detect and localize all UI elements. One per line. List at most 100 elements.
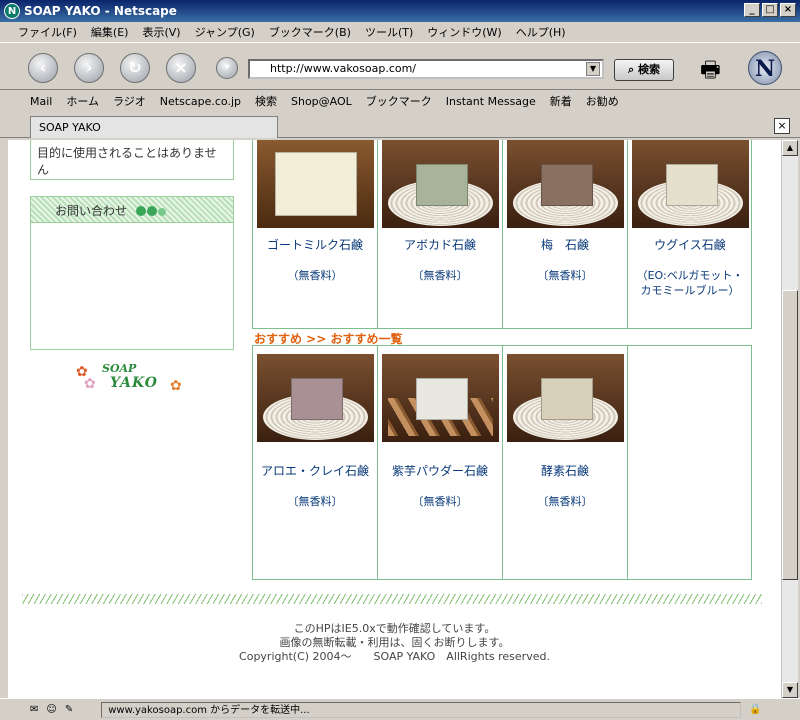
- tab-label: SOAP YAKO: [39, 121, 101, 134]
- menu-file[interactable]: ファイル(F): [18, 24, 77, 40]
- product-cell: アボカド石鹸〔無香料〕: [378, 140, 503, 328]
- toolbar-item-search[interactable]: 検索: [255, 93, 277, 109]
- menu-bar: ファイル(F) 編集(E) 表示(V) ジャンプ(G) ブックマーク(B) ツー…: [0, 22, 800, 42]
- menu-help[interactable]: ヘルプ(H): [516, 24, 566, 40]
- close-window-button[interactable]: ×: [780, 3, 796, 17]
- flower-icon: ✿: [170, 378, 182, 394]
- scroll-up-icon[interactable]: ▲: [782, 140, 798, 156]
- product-scent-note: 〔無香料〕: [537, 269, 593, 282]
- toolbar-item-new[interactable]: 新着: [550, 93, 572, 109]
- mail-icon[interactable]: ✉: [30, 704, 38, 715]
- product-scent-note: 〔無香料〕: [412, 495, 468, 508]
- footer-copyright: Copyright(C) 2004～ SOAP YAKO AllRights r…: [239, 650, 550, 663]
- product-scent-note: 〔無香料〕: [287, 495, 343, 508]
- product-image[interactable]: [257, 354, 374, 442]
- product-name-link[interactable]: アボカド石鹸: [378, 236, 502, 253]
- contact-heading-label: お問い合わせ: [55, 204, 128, 218]
- product-image[interactable]: [507, 354, 624, 442]
- stop-icon[interactable]: ×: [166, 53, 196, 83]
- contact-heading[interactable]: お問い合わせ: [31, 197, 233, 223]
- footer-line1: このHPはIE5.0xで動作確認しています。: [293, 622, 496, 635]
- product-scent-note: 〔無香料〕: [412, 269, 468, 282]
- tab-bar: SOAP YAKO ×: [0, 112, 800, 138]
- url-field[interactable]: http://www.vakosoap.com/ ▼: [248, 59, 604, 79]
- title-bar: N SOAP YAKO - Netscape _ □ ×: [0, 0, 800, 22]
- menu-edit[interactable]: 編集(E): [91, 24, 129, 40]
- toolbar-item-shop[interactable]: Shop@AOL: [291, 95, 352, 108]
- product-image[interactable]: [382, 140, 499, 228]
- product-cell: アロエ・クレイ石鹸〔無香料〕: [253, 346, 378, 580]
- print-icon[interactable]: 🖶: [700, 53, 721, 91]
- contact-box: お問い合わせ: [30, 196, 234, 350]
- product-name-link[interactable]: ゴートミルク石鹸: [253, 236, 377, 253]
- divider-line: [22, 594, 762, 604]
- toolbar-item-mail[interactable]: Mail: [30, 95, 52, 108]
- product-image[interactable]: [507, 140, 624, 228]
- recommend-link[interactable]: おすすめ >> おすすめ一覧: [252, 328, 752, 346]
- soap-yako-logo[interactable]: ✿ ✿ SOAP YAKO ✿: [72, 362, 192, 398]
- product-name-link[interactable]: ウグイス石鹸: [628, 236, 752, 253]
- netscape-app-icon: N: [4, 3, 20, 19]
- reload-icon[interactable]: ↻: [120, 53, 150, 83]
- menu-tools[interactable]: ツール(T): [365, 24, 413, 40]
- scroll-down-icon[interactable]: ▼: [782, 682, 798, 698]
- toolbar-item-radio[interactable]: ラジオ: [113, 93, 146, 109]
- menu-go[interactable]: ジャンプ(G): [195, 24, 255, 40]
- toolbar-item-instant-message[interactable]: Instant Message: [446, 95, 536, 108]
- product-cell: 酵素石鹸 〔無香料〕: [503, 346, 628, 580]
- toolbar-item-bookmarks[interactable]: ブックマーク: [366, 93, 432, 109]
- status-text: www.yakosoap.com からデータを転送中...: [101, 701, 742, 718]
- product-image[interactable]: [632, 140, 749, 228]
- logo-text-soap: SOAP: [102, 362, 137, 375]
- product-name-link[interactable]: アロエ・クレイ石鹸: [253, 462, 377, 479]
- forward-icon[interactable]: ›: [74, 53, 104, 83]
- window-controls: _ □ ×: [744, 3, 796, 17]
- product-scent-note: （無香料）: [287, 269, 343, 282]
- menu-window[interactable]: ウィンドウ(W): [427, 24, 501, 40]
- product-cell: 梅 石鹸 〔無香料〕: [503, 140, 628, 328]
- product-cell: 紫芋パウダー石鹸〔無香料〕: [378, 346, 503, 580]
- flower-icon: ✿: [84, 376, 96, 392]
- footer: このHPはIE5.0xで動作確認しています。 画像の無断転載・利用は、固くお断り…: [8, 622, 781, 664]
- security-lock-icon[interactable]: 🔒: [749, 704, 761, 715]
- product-grid-row2: アロエ・クレイ石鹸 〔無香料〕 紫芋パウダー石鹸 〔無香料〕 酵素石鹸 〔無香料〕: [252, 346, 752, 580]
- history-dropdown-icon[interactable]: ▾: [216, 57, 238, 79]
- product-grid-row1: ゴートミルク石鹸 （無香料） アボカド石鹸 〔無香料〕梅 石鹸 〔無香料〕 ウグイス石鹸（…: [252, 140, 752, 328]
- toolbar-item-recommend[interactable]: お勧め: [586, 93, 619, 109]
- minimize-button[interactable]: _: [744, 3, 760, 17]
- close-tab-icon[interactable]: ×: [774, 118, 790, 134]
- page-content: 目的に使用されることはありません お問い合わせ ✿ ✿ SOAP YAKO ✿ …: [8, 140, 781, 698]
- notice-box: 目的に使用されることはありません: [30, 140, 234, 180]
- back-icon[interactable]: ‹: [28, 53, 58, 83]
- personal-toolbar: Mail ホーム ラジオ Netscape.co.jp 検索 Shop@AOL …: [0, 90, 800, 112]
- product-scent-note: 〔無香料〕: [537, 495, 593, 508]
- aim-icon[interactable]: ☺: [46, 704, 56, 715]
- netscape-logo-icon[interactable]: N: [748, 51, 782, 85]
- search-icon: ⌕: [627, 63, 635, 76]
- notice-text: 目的に使用されることはありません: [37, 146, 217, 177]
- product-name-link[interactable]: 紫芋パウダー石鹸: [378, 462, 502, 479]
- product-name-link[interactable]: 酵素石鹸: [503, 462, 627, 479]
- search-button[interactable]: ⌕ 検索: [614, 59, 674, 81]
- toolbar-item-home[interactable]: ホーム: [66, 93, 99, 109]
- vertical-scrollbar[interactable]: ▲ ▼: [781, 140, 798, 698]
- search-button-label: 検索: [638, 63, 660, 76]
- window-title: SOAP YAKO - Netscape: [24, 4, 177, 18]
- menu-bookmarks[interactable]: ブックマーク(B): [269, 24, 351, 40]
- maximize-button[interactable]: □: [762, 3, 778, 17]
- menu-view[interactable]: 表示(V): [142, 24, 180, 40]
- product-scent-note: （EO:ベルガモット・カモミールブルー）: [636, 269, 744, 297]
- navigation-toolbar: ‹ › ↻ × ▾ http://www.vakosoap.com/ ▼ ⌕ 検…: [0, 42, 800, 90]
- product-cell: ウグイス石鹸 （EO:ベルガモット・カモミールブルー）: [628, 140, 753, 328]
- product-name-link[interactable]: 梅 石鹸: [503, 236, 627, 253]
- product-image[interactable]: [257, 140, 374, 228]
- tab-soap-yako[interactable]: SOAP YAKO: [30, 116, 278, 138]
- toolbar-item-netscape[interactable]: Netscape.co.jp: [160, 95, 241, 108]
- url-dropdown-icon[interactable]: ▼: [586, 62, 600, 76]
- url-text: http://www.vakosoap.com/: [270, 62, 417, 75]
- product-cell: [628, 346, 753, 580]
- scroll-thumb[interactable]: [782, 290, 798, 580]
- logo-text-yako: YAKO: [110, 375, 158, 391]
- composer-icon[interactable]: ✎: [65, 704, 73, 715]
- product-image[interactable]: [382, 354, 499, 442]
